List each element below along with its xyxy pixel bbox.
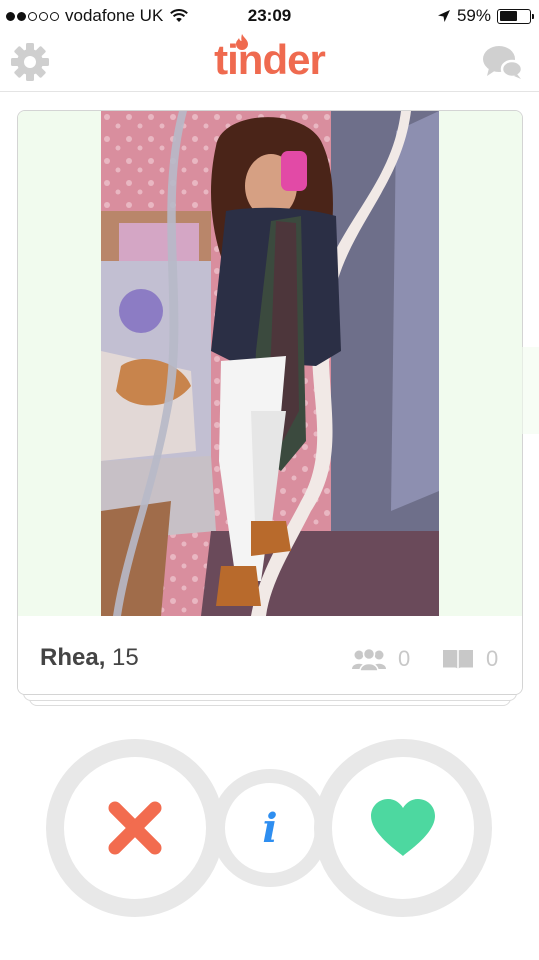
location-arrow-icon <box>437 10 450 22</box>
flame-icon <box>236 34 249 50</box>
profile-card[interactable]: Rhea, 15 0 0 <box>17 110 523 695</box>
status-bar: vodafone UK 23:09 59% <box>0 0 539 32</box>
photo-area <box>18 111 522 616</box>
chat-bubbles-icon <box>483 46 524 79</box>
shared-interests-count: 0 <box>486 646 499 671</box>
nope-button[interactable] <box>46 739 224 917</box>
status-right: 59% <box>437 6 534 26</box>
shared-friends-stat: 0 <box>352 646 410 672</box>
battery-icon <box>497 8 534 24</box>
card-footer: Rhea, 15 0 0 <box>18 616 522 694</box>
profile-name-age: Rhea, 15 <box>40 644 139 672</box>
profile-photo-image <box>101 111 439 616</box>
shared-friends-count: 0 <box>398 646 411 671</box>
card-stack: Rhea, 15 0 0 <box>17 110 523 706</box>
people-icon <box>352 647 386 671</box>
heart-icon <box>371 799 435 856</box>
matches-chat-button[interactable] <box>481 42 525 82</box>
profile-name: Rhea, <box>40 644 106 671</box>
profile-photo <box>101 111 439 616</box>
like-button[interactable] <box>314 739 492 917</box>
book-icon <box>443 650 473 669</box>
profile-age: 15 <box>112 644 139 671</box>
info-button[interactable]: i <box>211 769 329 887</box>
shared-interests-stat: 0 <box>442 646 498 672</box>
logo-text: tinder <box>214 36 326 83</box>
battery-percent: 59% <box>456 6 491 25</box>
info-icon: i <box>262 804 278 852</box>
battery-fill <box>499 11 517 21</box>
tinder-logo: tinder <box>0 34 539 84</box>
side-swipe-hint <box>452 347 539 434</box>
x-icon <box>108 801 162 855</box>
top-nav: tinder <box>0 32 539 92</box>
